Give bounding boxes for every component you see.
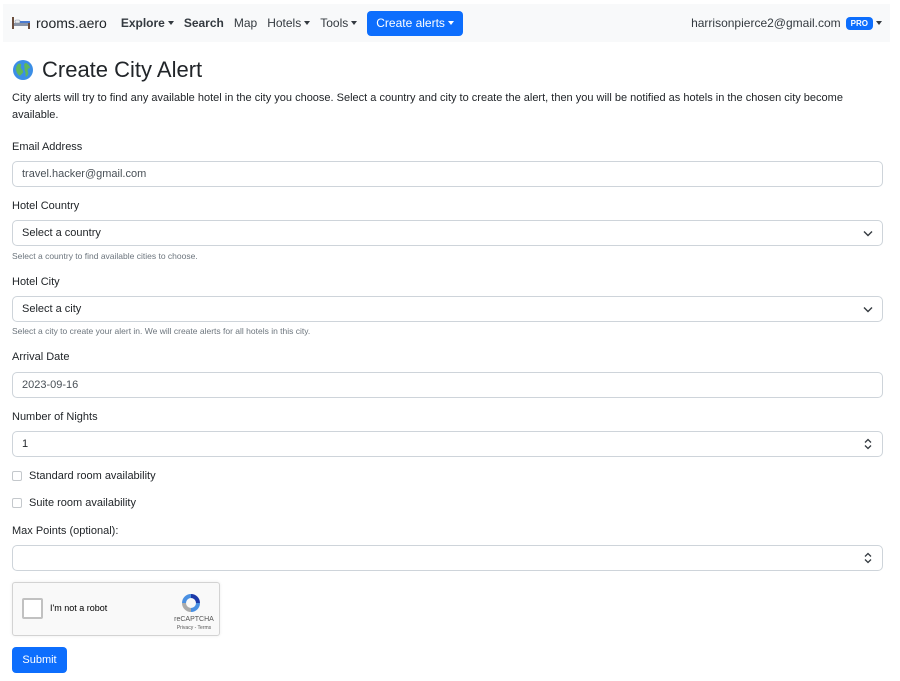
brand-name: rooms.aero [36, 15, 107, 31]
nav-tools-label: Tools [320, 16, 349, 30]
bed-icon [12, 17, 30, 29]
arrival-label: Arrival Date [12, 351, 70, 363]
city-select[interactable]: Select a city [12, 296, 883, 322]
navbar: rooms.aero Explore Search Map Hotels Too… [3, 4, 890, 42]
city-select-value: Select a city [22, 303, 82, 315]
nav-map[interactable]: Map [234, 16, 257, 30]
create-alerts-button[interactable]: Create alerts [367, 10, 463, 36]
country-help-text: Select a country to find available citie… [12, 251, 198, 261]
nav-map-label: Map [233, 16, 258, 30]
recaptcha-brand: reCAPTCHA [174, 616, 214, 623]
email-label: Email Address [12, 141, 83, 153]
user-email: harrisonpierce2@gmail.com [691, 16, 841, 30]
caret-down-icon [351, 21, 358, 25]
arrival-date-value: 2023-09-16 [22, 379, 79, 391]
country-select-value: Select a country [22, 227, 101, 239]
caret-down-icon [876, 21, 882, 25]
globe-icon [13, 60, 33, 80]
recaptcha-checkbox[interactable] [22, 598, 43, 619]
user-menu[interactable]: harrisonpierce2@gmail.com PRO [691, 16, 882, 30]
nav-hotels-label: Hotels [267, 16, 302, 30]
page-title: Create City Alert [12, 57, 202, 83]
recaptcha-widget: I'm not a robot reCAPTCHA Privacy - Term… [12, 582, 220, 636]
chevron-down-icon [863, 230, 873, 236]
recaptcha-label: I'm not a robot [50, 603, 108, 613]
submit-label: Submit [22, 654, 57, 666]
checkbox-box[interactable] [12, 498, 22, 508]
page-title-text: Create City Alert [42, 57, 203, 82]
caret-down-icon [447, 21, 454, 25]
standard-room-checkbox[interactable]: Standard room availability [12, 470, 156, 482]
max-points-label: Max Points (optional): [12, 525, 119, 537]
spinner-arrows-icon[interactable] [863, 438, 873, 450]
email-field[interactable]: travel.hacker@gmail.com [12, 161, 883, 187]
nav-search-label: Search [183, 16, 224, 30]
pro-badge: PRO [845, 16, 873, 30]
caret-down-icon [167, 21, 174, 25]
nav-explore[interactable]: Explore [121, 16, 174, 30]
caret-down-icon [304, 21, 311, 25]
chevron-down-icon [863, 306, 873, 312]
nav-search[interactable]: Search [184, 16, 224, 30]
recaptcha-logo-icon [182, 594, 200, 612]
nights-stepper[interactable]: 1 [12, 431, 883, 457]
nav-explore-label: Explore [120, 16, 165, 30]
submit-button[interactable]: Submit [12, 647, 67, 673]
arrival-date-field[interactable]: 2023-09-16 [12, 372, 883, 398]
spinner-arrows-icon[interactable] [863, 552, 873, 564]
checkbox-box[interactable] [12, 471, 22, 481]
nights-label: Number of Nights [12, 411, 98, 423]
country-label: Hotel Country [12, 200, 80, 212]
country-select[interactable]: Select a country [12, 220, 883, 246]
brand-link[interactable]: rooms.aero [11, 15, 107, 31]
nav-tools[interactable]: Tools [320, 16, 358, 30]
max-points-stepper[interactable] [12, 545, 883, 571]
nights-value: 1 [22, 438, 29, 450]
suite-room-label: Suite room availability [29, 497, 136, 509]
suite-room-checkbox[interactable]: Suite room availability [12, 497, 136, 509]
intro-text: City alerts will try to find any availab… [12, 92, 843, 121]
create-alerts-label: Create alerts [376, 16, 445, 30]
email-placeholder: travel.hacker@gmail.com [22, 168, 147, 180]
city-label: Hotel City [12, 276, 60, 288]
standard-room-label: Standard room availability [29, 470, 156, 482]
recaptcha-terms-link[interactable]: Privacy - Terms [169, 625, 219, 631]
city-help-text: Select a city to create your alert in. W… [12, 326, 311, 336]
nav-hotels[interactable]: Hotels [267, 16, 311, 30]
